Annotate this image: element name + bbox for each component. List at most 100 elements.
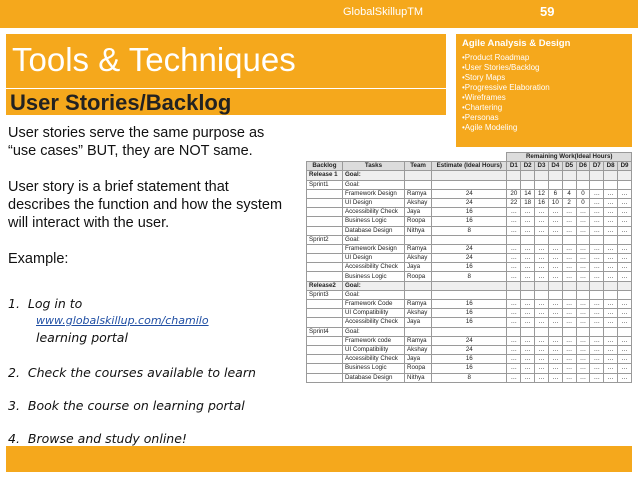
table-cell (306, 271, 343, 282)
table-cell (617, 234, 632, 245)
table-cell: … (603, 344, 619, 356)
column-header: D7 (589, 161, 605, 172)
table-cell: Akshay (404, 308, 433, 319)
table-cell (617, 170, 632, 181)
table-cell (617, 289, 632, 301)
table-cell: 16 (431, 262, 508, 273)
table-cell: … (506, 207, 522, 218)
table-row: Release 1 Goal: (306, 170, 632, 181)
table-cell: … (589, 354, 605, 365)
agile-item: •Wireframes (462, 93, 506, 102)
table-cell (575, 179, 591, 190)
table-cell: Database Design (341, 372, 406, 383)
table-cell: … (603, 363, 619, 374)
table-row: Accessibility Check Jaya 16……………………… (306, 317, 632, 328)
table-cell: Jaya (404, 354, 433, 365)
table-row: Sprint1 Goal: (306, 179, 632, 190)
table-cell: 24 (431, 197, 508, 209)
table-cell: … (603, 308, 619, 319)
table-cell (306, 253, 343, 264)
subtitle-bar: User Stories/Backlog (6, 89, 446, 115)
table-cell: Accessibility Check (341, 354, 406, 365)
table-cell: … (617, 363, 632, 374)
table-cell: Jaya (404, 262, 433, 273)
table-cell: … (520, 253, 536, 264)
table-cell: … (534, 354, 549, 365)
step-text: Book the course on learning portal (27, 398, 245, 413)
table-cell: … (520, 335, 536, 346)
table-cell: … (617, 354, 632, 365)
table-cell: … (561, 243, 577, 255)
table-cell: … (561, 298, 577, 310)
table-cell: … (534, 253, 549, 264)
table-cell (617, 326, 632, 337)
table-cell (506, 170, 522, 181)
table-cell: … (575, 317, 591, 328)
portal-link[interactable]: www.globalskillup.com/chamilo (36, 314, 209, 327)
table-cell: … (534, 308, 549, 319)
table-cell (404, 289, 433, 301)
table-cell: … (603, 298, 619, 310)
table-cell: … (534, 225, 549, 236)
table-cell: 16 (431, 317, 508, 328)
column-header: Tasks (341, 161, 406, 172)
table-cell: Nithya (404, 372, 433, 383)
table-cell: … (589, 344, 605, 356)
table-cell (603, 280, 619, 291)
table-cell: … (589, 372, 605, 383)
table-body: Release 1 Goal: Sprint1 Goal: Framework Desi… (306, 170, 632, 383)
table-cell (306, 207, 343, 218)
step-text: Log in to (27, 296, 83, 311)
table-cell: 24 (431, 188, 508, 199)
table-cell (589, 280, 605, 291)
table-cell: 20 (506, 188, 522, 199)
table-cell: … (589, 243, 605, 255)
table-cell: … (589, 216, 605, 227)
column-header: Team (404, 161, 433, 172)
table-cell (547, 234, 563, 245)
table-cell: … (617, 262, 632, 273)
paragraph-use-cases: User stories serve the same purpose as “… (8, 125, 265, 159)
table-cell: … (617, 271, 632, 282)
table-cell: Release 1 (306, 170, 343, 181)
table-cell: 12 (534, 188, 549, 199)
table-cell (306, 335, 343, 346)
table-cell: … (506, 354, 522, 365)
table-cell: … (547, 262, 563, 273)
table-cell: … (589, 262, 605, 273)
table-cell (617, 179, 632, 190)
table-cell: … (547, 271, 563, 282)
step-text: Browse and study online! (27, 431, 187, 446)
table-cell (603, 179, 619, 190)
table-cell: … (561, 271, 577, 282)
table-cell: … (506, 344, 522, 356)
table-cell (404, 170, 433, 181)
table-cell: … (603, 271, 619, 282)
step-number: 4. (8, 431, 20, 446)
table-cell: … (520, 344, 536, 356)
table-cell: … (575, 271, 591, 282)
table-cell: … (561, 363, 577, 374)
step-text: learning portal (36, 330, 128, 345)
table-cell: … (575, 243, 591, 255)
table-cell: … (575, 225, 591, 236)
table-cell: … (589, 298, 605, 310)
table-row: Sprint4 Goal: (306, 326, 632, 337)
table-cell (589, 289, 605, 301)
table-cell (520, 179, 536, 190)
table-cell: … (534, 216, 549, 227)
table-cell: UI Compatibility (341, 308, 406, 319)
column-header: D5 (561, 161, 577, 172)
table-cell: … (547, 317, 563, 328)
table-cell: … (520, 262, 536, 273)
table-cell (561, 280, 577, 291)
table-cell: 0 (575, 197, 591, 209)
table-cell: … (617, 225, 632, 236)
table-cell (547, 179, 563, 190)
table-cell (603, 234, 619, 245)
column-header: D2 (520, 161, 536, 172)
table-row: Accessibility Check Jaya 16……………………… (306, 207, 632, 218)
table-cell: … (589, 308, 605, 319)
table-cell: … (617, 216, 632, 227)
table-cell: … (589, 225, 605, 236)
